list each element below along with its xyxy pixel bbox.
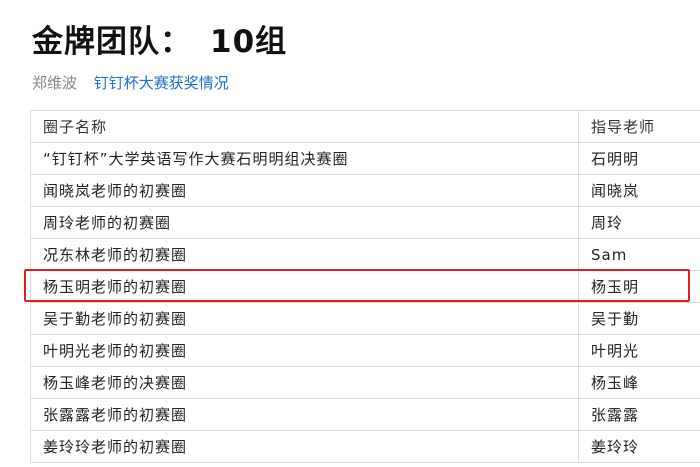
table-row[interactable]: 张露露老师的初赛圈 张露露 [30, 398, 700, 431]
table-row[interactable]: 闻晓岚老师的初赛圈 闻晓岚 [30, 174, 700, 207]
advisor-cell[interactable]: 闻晓岚 [578, 174, 700, 207]
page: 金牌团队： 10组 郑维波 钉钉杯大赛获奖情况 圈子名称 指导老师 “钉钉杯”大学… [0, 0, 700, 467]
advisor-cell[interactable]: 姜玲玲 [578, 430, 700, 463]
page-title: 金牌团队： 10组 [32, 16, 287, 61]
circle-name-cell[interactable]: 杨玉峰老师的决赛圈 [30, 366, 579, 399]
author-name: 郑维波 [32, 74, 78, 92]
table-row[interactable]: 叶明光老师的初赛圈 叶明光 [30, 334, 700, 367]
table-header-row: 圈子名称 指导老师 [30, 110, 700, 143]
table-row[interactable]: 况东林老师的初赛圈 Sam [30, 238, 700, 271]
advisor-cell[interactable]: Sam [578, 238, 700, 271]
circle-name-cell[interactable]: 姜玲玲老师的初赛圈 [30, 430, 579, 463]
table-row[interactable]: 吴于勤老师的初赛圈 吴于勤 [30, 302, 700, 335]
advisor-cell[interactable]: 吴于勤 [578, 302, 700, 335]
advisor-cell[interactable]: 杨玉明 [578, 270, 700, 303]
circle-table-container: 圈子名称 指导老师 “钉钉杯”大学英语写作大赛石明明组决赛圈 石明明 闻晓岚老师… [30, 110, 700, 467]
table-row[interactable]: 姜玲玲老师的初赛圈 姜玲玲 [30, 430, 700, 463]
advisor-cell[interactable]: 叶明光 [578, 334, 700, 367]
table-row[interactable]: 周玲老师的初赛圈 周玲 [30, 206, 700, 239]
circle-name-cell[interactable]: 吴于勤老师的初赛圈 [30, 302, 579, 335]
meta-line: 郑维波 钉钉杯大赛获奖情况 [32, 72, 229, 93]
award-link[interactable]: 钉钉杯大赛获奖情况 [94, 74, 229, 92]
advisor-cell[interactable]: 周玲 [578, 206, 700, 239]
table-row[interactable]: 杨玉峰老师的决赛圈 杨玉峰 [30, 366, 700, 399]
circle-name-cell[interactable]: 闻晓岚老师的初赛圈 [30, 174, 579, 207]
advisor-cell[interactable]: 张露露 [578, 398, 700, 431]
title-value: 10组 [210, 24, 288, 60]
header-advisor: 指导老师 [578, 110, 700, 143]
header-circle-name: 圈子名称 [30, 110, 579, 143]
circle-name-cell[interactable]: 叶明光老师的初赛圈 [30, 334, 579, 367]
circle-name-cell[interactable]: 张露露老师的初赛圈 [30, 398, 579, 431]
circle-table: 圈子名称 指导老师 “钉钉杯”大学英语写作大赛石明明组决赛圈 石明明 闻晓岚老师… [30, 110, 700, 463]
advisor-cell[interactable]: 杨玉峰 [578, 366, 700, 399]
circle-name-cell[interactable]: 况东林老师的初赛圈 [30, 238, 579, 271]
title-prefix: 金牌团队： [32, 24, 192, 60]
circle-name-cell[interactable]: “钉钉杯”大学英语写作大赛石明明组决赛圈 [30, 142, 579, 175]
table-row-highlighted[interactable]: 杨玉明老师的初赛圈 杨玉明 [30, 270, 700, 303]
advisor-cell[interactable]: 石明明 [578, 142, 700, 175]
table-row[interactable]: “钉钉杯”大学英语写作大赛石明明组决赛圈 石明明 [30, 142, 700, 175]
circle-name-cell[interactable]: 杨玉明老师的初赛圈 [30, 270, 579, 303]
circle-name-cell[interactable]: 周玲老师的初赛圈 [30, 206, 579, 239]
